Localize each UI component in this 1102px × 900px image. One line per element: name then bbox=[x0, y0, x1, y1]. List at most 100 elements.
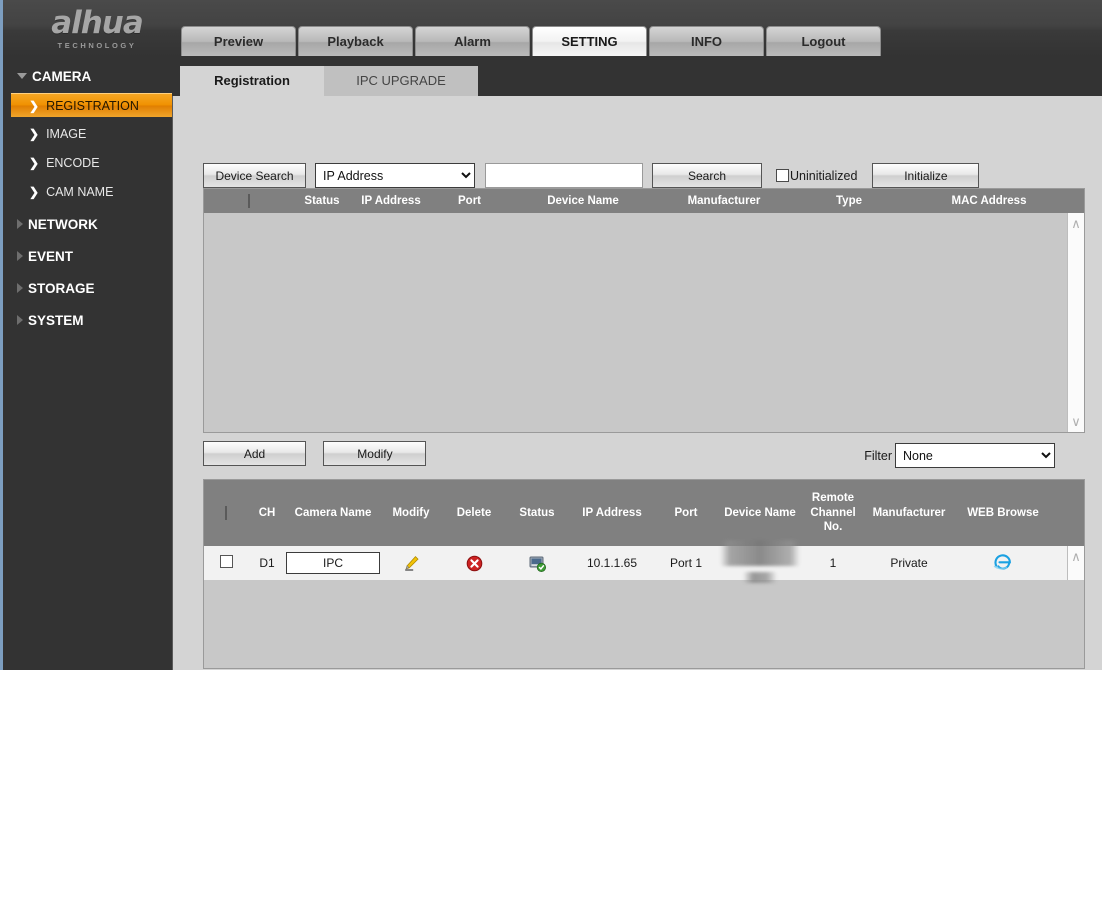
status-online-icon bbox=[529, 556, 546, 572]
column-modify: Modify bbox=[392, 506, 430, 519]
sidebar-item-label: REGISTRATION bbox=[46, 98, 139, 113]
cell-ch: D1 bbox=[259, 556, 275, 570]
row-checkbox[interactable] bbox=[219, 555, 233, 568]
redacted-device-name bbox=[720, 540, 800, 566]
internet-explorer-icon[interactable] bbox=[993, 553, 1013, 573]
nav-tab-alarm[interactable]: Alarm bbox=[415, 26, 530, 57]
sidebar-group-event[interactable]: EVENT bbox=[3, 244, 172, 268]
column-delete: Delete bbox=[456, 506, 492, 519]
sidebar-item-image[interactable]: ❯ IMAGE bbox=[3, 122, 172, 146]
triangle-right-icon bbox=[17, 283, 23, 293]
sidebar-group-label: EVENT bbox=[28, 248, 74, 264]
filter-select[interactable]: None bbox=[895, 443, 1055, 468]
search-results-body: ∧ ∨ bbox=[204, 213, 1084, 432]
devices-table: CH Camera Name Modify Delete Status IP A… bbox=[203, 479, 1085, 669]
cell-web-browse bbox=[956, 553, 1050, 573]
sidebar-group-label: SYSTEM bbox=[28, 312, 84, 328]
app-root: alhua TECHNOLOGY Preview Playback Alarm … bbox=[0, 0, 1102, 900]
sidebar-item-registration[interactable]: ❯ REGISTRATION bbox=[11, 93, 175, 117]
devices-table-empty-area bbox=[204, 580, 1084, 668]
pencil-icon[interactable] bbox=[403, 555, 420, 572]
logo-tagline: TECHNOLOGY bbox=[57, 41, 137, 50]
sidebar-group-system[interactable]: SYSTEM bbox=[3, 308, 172, 332]
cell-port: Port 1 bbox=[669, 556, 702, 570]
column-manufacturer: Manufacturer bbox=[687, 195, 761, 207]
sidebar-group-label: NETWORK bbox=[28, 216, 98, 232]
chevron-right-icon: ❯ bbox=[29, 156, 40, 170]
nav-tab-logout[interactable]: Logout bbox=[766, 26, 881, 57]
filter-control: Filter None bbox=[864, 443, 1055, 468]
initialize-button[interactable]: Initialize bbox=[872, 163, 980, 188]
nav-tab-playback[interactable]: Playback bbox=[298, 26, 413, 57]
main-nav-tabs: Preview Playback Alarm SETTING INFO Logo… bbox=[181, 26, 881, 57]
scroll-up-icon[interactable]: ∧ bbox=[1071, 546, 1081, 567]
search-results-table: Status IP Address Port Device Name Manuf… bbox=[203, 188, 1085, 433]
uninitialized-checkbox[interactable] bbox=[776, 169, 789, 182]
search-results-scrollbar[interactable]: ∧ ∨ bbox=[1067, 213, 1084, 432]
cell-delete bbox=[442, 555, 506, 572]
devices-scroll-up[interactable]: ∧ bbox=[1067, 546, 1084, 580]
camera-name-input[interactable]: IPC bbox=[286, 552, 380, 574]
sidebar-group-network[interactable]: NETWORK bbox=[3, 212, 172, 236]
sidebar-group-label: STORAGE bbox=[28, 280, 95, 296]
sidebar-item-encode[interactable]: ❯ ENCODE bbox=[3, 151, 172, 175]
column-ip-address: IP Address bbox=[582, 506, 642, 519]
chevron-right-icon: ❯ bbox=[29, 127, 40, 141]
table-row[interactable]: D1 IPC 10.1.1.65 Port 1 1 Private ∧ bbox=[204, 540, 1084, 583]
delete-circle-icon[interactable] bbox=[466, 555, 483, 572]
cell-camera-name: IPC bbox=[286, 552, 380, 574]
triangle-right-icon bbox=[17, 315, 23, 325]
devices-table-header: CH Camera Name Modify Delete Status IP A… bbox=[204, 480, 1084, 546]
sub-tab-registration[interactable]: Registration bbox=[180, 66, 324, 96]
uninitialized-checkbox-wrap[interactable]: Uninitialized bbox=[776, 169, 857, 183]
scroll-up-icon[interactable]: ∧ bbox=[1071, 213, 1081, 234]
sidebar-item-label: ENCODE bbox=[46, 156, 100, 170]
triangle-right-icon bbox=[17, 251, 23, 261]
column-web-browse: WEB Browse bbox=[967, 506, 1039, 519]
devices-select-all-checkbox[interactable] bbox=[225, 505, 227, 520]
column-device-name: Device Name bbox=[724, 506, 796, 519]
triangle-down-icon bbox=[17, 73, 27, 79]
filter-label: Filter bbox=[864, 448, 892, 463]
column-ip-address: IP Address bbox=[361, 195, 421, 207]
registration-panel: Device Search IP Address Search Uninitia… bbox=[172, 96, 1102, 670]
column-manufacturer: Manufacturer bbox=[872, 506, 946, 519]
search-toolbar: Device Search IP Address Search Uninitia… bbox=[203, 163, 980, 188]
nav-tab-info[interactable]: INFO bbox=[649, 26, 764, 57]
sidebar-group-camera[interactable]: CAMERA bbox=[3, 64, 172, 88]
uninitialized-label: Uninitialized bbox=[790, 168, 858, 183]
sub-tab-bar: Registration IPC UPGRADE bbox=[172, 56, 1102, 96]
scroll-down-icon[interactable]: ∨ bbox=[1071, 411, 1081, 432]
column-port: Port bbox=[674, 506, 698, 519]
select-all-checkbox[interactable] bbox=[248, 194, 250, 208]
nav-tab-setting[interactable]: SETTING bbox=[532, 26, 647, 57]
sidebar-item-cam-name[interactable]: ❯ CAM NAME bbox=[3, 180, 172, 204]
cell-device-name-redacted bbox=[716, 540, 804, 586]
modify-button[interactable]: Modify bbox=[323, 441, 427, 466]
top-banner: alhua TECHNOLOGY Preview Playback Alarm … bbox=[0, 0, 1102, 57]
dahua-logo: alhua TECHNOLOGY bbox=[17, 6, 177, 52]
column-camera-name: Camera Name bbox=[294, 506, 372, 519]
devices-select-all-cell bbox=[204, 505, 248, 520]
sub-tab-ipc-upgrade[interactable]: IPC UPGRADE bbox=[324, 66, 478, 96]
sidebar-group-label: CAMERA bbox=[32, 68, 92, 84]
sidebar: CAMERA ❯ REGISTRATION ❯ IMAGE ❯ ENCODE ❯… bbox=[0, 56, 175, 670]
logo-wordmark: alhua bbox=[51, 5, 144, 41]
column-status: Status bbox=[519, 506, 555, 519]
cell-status bbox=[506, 555, 568, 572]
triangle-right-icon bbox=[17, 219, 23, 229]
sidebar-group-storage[interactable]: STORAGE bbox=[3, 276, 172, 300]
nav-tab-preview[interactable]: Preview bbox=[181, 26, 296, 57]
search-button[interactable]: Search bbox=[652, 163, 762, 188]
search-type-select[interactable]: IP Address bbox=[315, 163, 475, 188]
column-status: Status bbox=[304, 195, 340, 207]
column-device-name: Device Name bbox=[547, 195, 619, 207]
search-results-header: Status IP Address Port Device Name Manuf… bbox=[204, 189, 1084, 213]
column-remote-channel-no: Remote Channel No. bbox=[810, 492, 856, 534]
column-mac-address: MAC Address bbox=[951, 195, 1027, 207]
cell-modify bbox=[380, 555, 442, 572]
device-search-button[interactable]: Device Search bbox=[203, 163, 306, 188]
chevron-right-icon: ❯ bbox=[29, 185, 40, 199]
search-input[interactable] bbox=[485, 163, 643, 188]
add-button[interactable]: Add bbox=[203, 441, 306, 466]
